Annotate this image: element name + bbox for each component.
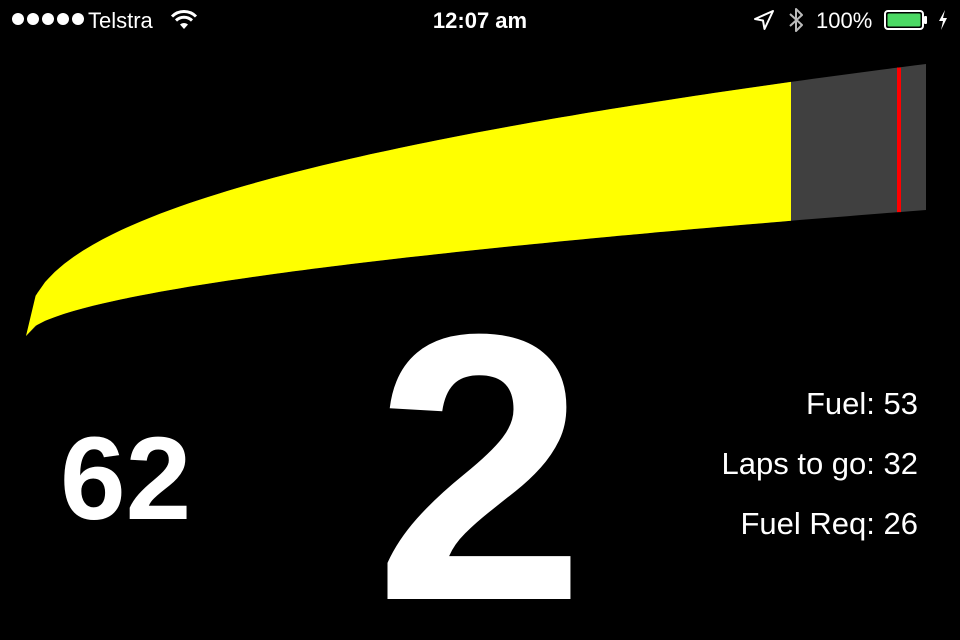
battery-icon (884, 10, 927, 30)
speed-readout: 62 (60, 413, 192, 545)
laps-to-go-stat: Laps to go: 32 (721, 446, 919, 481)
bluetooth-icon (789, 8, 803, 32)
battery-percentage: 100% (816, 8, 873, 33)
location-arrow-icon (754, 10, 774, 30)
gear-indicator: 2 (374, 255, 586, 640)
status-bar: Telstra 12:07 am 100% (0, 0, 960, 40)
fuel-stat: Fuel: 53 (805, 386, 918, 421)
charging-bolt-icon (939, 10, 947, 30)
fuel-required-stat: Fuel Req: 26 (740, 506, 919, 541)
stats-panel: Fuel: 53 Laps to go: 32 Fuel Req: 26 (598, 374, 919, 554)
